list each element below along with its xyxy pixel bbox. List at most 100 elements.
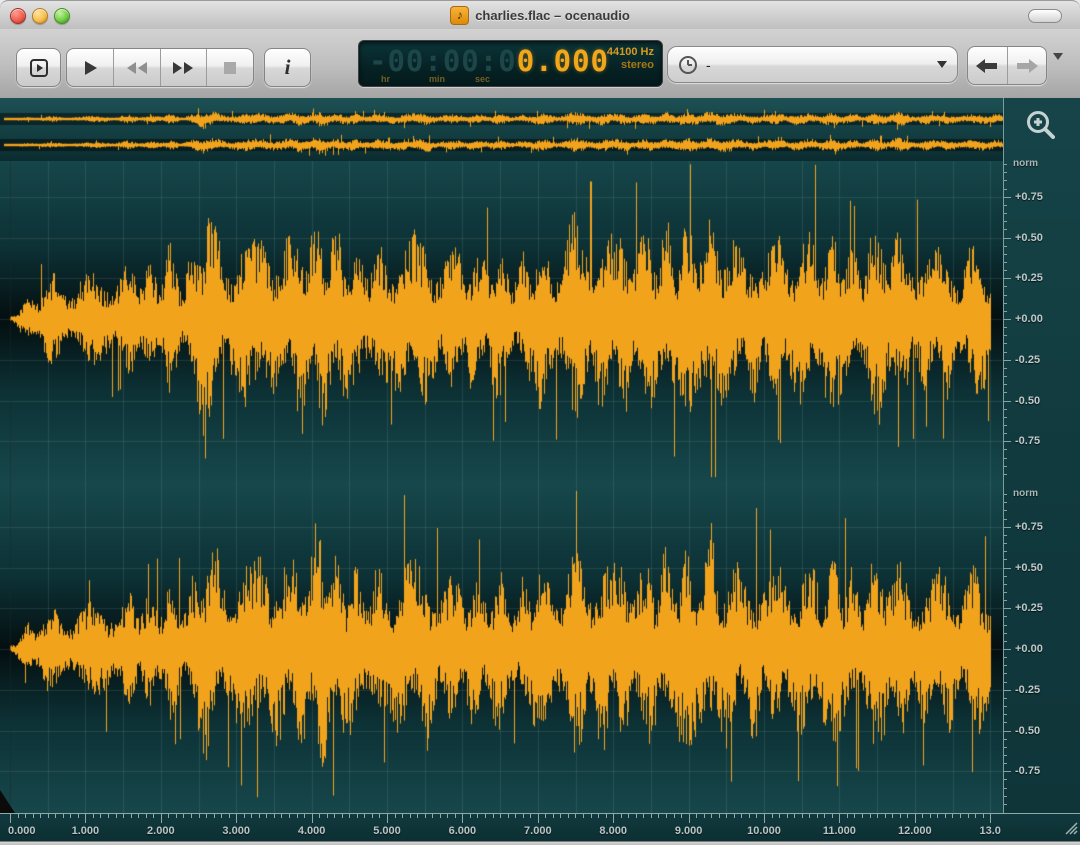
unit-hr-label: hr [381,74,390,84]
axis-tick [206,814,207,818]
ruler-label: +0.75 [1015,191,1043,203]
axis-tick [741,814,742,818]
format-info: 44100 Hz stereo [607,46,654,72]
ruler-tick [1004,254,1007,255]
ruler-tick [1004,205,1007,206]
ruler-tick [1004,172,1007,173]
ruler-tick [1004,559,1007,560]
overview-waveform[interactable] [0,98,1003,161]
time-dim-digits: -00:00:0 [369,44,517,78]
play-icon [84,60,97,75]
axis-tick [847,814,848,818]
axis-tick [749,814,750,818]
ruler-tick [1004,682,1007,683]
rewind-button[interactable] [114,49,161,86]
axis-tick [146,814,147,818]
axis-tick [945,814,946,818]
axis-tick [138,814,139,818]
axis-tick [658,814,659,818]
ruler-tick [1004,425,1007,426]
axis-tick [809,814,810,818]
axis-tick [183,814,184,818]
ruler-tick [1004,417,1007,418]
axis-tick [930,814,931,818]
playhead-marker[interactable] [0,790,16,813]
resize-grip[interactable] [1060,817,1078,835]
ruler-label: +0.25 [1015,602,1043,614]
channel-mode-label: stereo [620,59,654,72]
axis-tick [40,814,41,818]
play-boxed-icon [29,58,48,77]
ruler-tick [1004,303,1007,304]
play-button[interactable] [67,49,114,86]
ruler-tick [1004,731,1011,732]
app-window: ♪ charlies.flac – ocenaudio i -00:00:00.… [0,0,1080,845]
axis-label: 6.000 [448,825,477,837]
zoom-in-icon[interactable] [1024,108,1058,142]
axis-tick [289,814,290,818]
toolbar-lozenge-button[interactable] [1028,9,1062,23]
axis-tick [266,814,267,818]
axis-tick [191,814,192,818]
axis-label: 3.000 [222,825,250,837]
ruler-norm-label: norm [1013,158,1038,170]
ruler-tick [1004,502,1007,503]
axis-tick [756,814,757,818]
info-button[interactable]: i [264,48,311,87]
ruler-tick [1004,352,1007,353]
axis-tick [161,814,162,823]
ruler-tick [1004,376,1007,377]
axis-tick [621,814,622,818]
window-bottom-edge [0,841,1080,845]
ruler-tick [1004,568,1011,569]
ruler-tick [1004,278,1011,279]
axis-tick [870,814,871,818]
axis-tick [832,814,833,818]
forward-button[interactable] [1008,47,1047,84]
axis-tick [628,814,629,818]
axis-label: 4.000 [297,825,326,837]
axis-tick [485,814,486,818]
ruler-norm-label: norm [1013,488,1038,500]
axis-tick [297,814,298,818]
axis-tick [327,814,328,818]
toolbar-overflow-button[interactable] [1053,53,1063,78]
ruler-tick [1004,360,1011,361]
time-digits: -00:00:00.000 [369,44,609,78]
ruler-tick [1004,311,1007,312]
ruler-tick [1004,771,1011,772]
fast-forward-button[interactable] [161,49,208,86]
axis-tick [379,814,380,818]
axis-tick [862,814,863,818]
axis-tick [10,814,11,823]
fast-forward-icon [173,61,194,74]
axis-tick [402,814,403,818]
ruler-tick [1004,600,1007,601]
axis-tick [915,814,916,823]
ruler-tick [1004,164,1007,165]
axis-tick [666,814,667,818]
ruler-tick [1004,238,1011,239]
ruler-tick [1004,519,1007,520]
axis-tick [425,814,426,818]
time-format-select[interactable]: - [667,46,958,83]
stop-button[interactable] [207,49,253,86]
back-button[interactable] [968,47,1008,84]
axis-tick [907,814,908,818]
ruler-tick [1004,433,1007,434]
preview-play-button[interactable] [16,48,61,87]
axis-tick [583,814,584,818]
rewind-icon [126,61,147,74]
axis-tick [794,814,795,818]
ruler-tick [1004,551,1007,552]
axis-tick [772,814,773,818]
axis-tick [817,814,818,818]
ruler-tick [1004,804,1007,805]
ruler-tick [1004,665,1007,666]
time-ruler[interactable]: 0.000 1.000 2.000 3.000 4.000 5.000 6.000 7.000… [0,813,1080,841]
axis-tick [387,814,388,823]
window-title: charlies.flac – ocenaudio [475,7,630,23]
ruler-tick [1004,343,1007,344]
main-waveform[interactable] [0,161,1003,813]
axis-tick [575,814,576,818]
